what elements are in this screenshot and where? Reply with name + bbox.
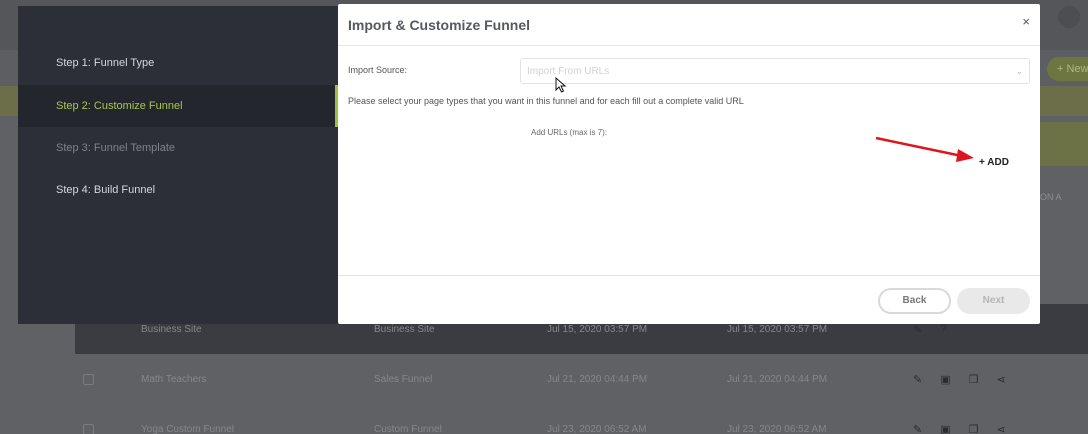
row-checkbox xyxy=(83,373,94,385)
close-icon[interactable]: × xyxy=(1022,14,1030,29)
help-icon: ? xyxy=(940,322,947,335)
background-user-icon xyxy=(1058,6,1080,28)
edit-icon: ✎ xyxy=(913,423,923,434)
add-url-button[interactable]: + ADD xyxy=(979,157,1009,168)
edit-icon: ✎ xyxy=(913,373,923,386)
funnel-name: Yoga Custom Funnel xyxy=(141,423,235,434)
table-row: Math Teachers Sales Funnel Jul 21, 2020 … xyxy=(75,354,1088,404)
modal-header: Import & Customize Funnel × xyxy=(338,4,1040,46)
row-actions: ✎ ▣ ❐ ⋖ xyxy=(913,373,1006,386)
funnel-created: Jul 21, 2020 04:44 PM xyxy=(547,373,648,385)
funnel-type: Sales Funnel xyxy=(374,373,433,385)
next-button: Next xyxy=(957,288,1030,314)
share-icon: ⋖ xyxy=(996,423,1006,434)
row-actions: ✎ ? xyxy=(913,323,946,336)
background-column-headers: ON A xyxy=(1040,192,1062,202)
funnel-name: Business Site xyxy=(141,323,202,335)
row-actions: ✎ ▣ ❐ ⋖ xyxy=(913,423,1006,434)
row-checkbox xyxy=(83,423,94,434)
funnel-updated: Jul 21, 2020 04:44 PM xyxy=(727,373,828,385)
modal-title: Import & Customize Funnel xyxy=(348,17,530,33)
funnel-type: Custom Funnel xyxy=(374,423,442,434)
save-icon: ▣ xyxy=(940,423,951,434)
step-customize-funnel[interactable]: Step 2: Customize Funnel xyxy=(18,85,338,127)
mouse-cursor-icon xyxy=(555,77,567,93)
wizard-steps-sidebar: Step 1: Funnel Type Step 2: Customize Fu… xyxy=(18,6,338,324)
background-new-button: + New xyxy=(1047,57,1088,81)
save-icon: ▣ xyxy=(940,373,951,386)
background-panel xyxy=(1040,122,1088,166)
back-button[interactable]: Back xyxy=(878,288,951,314)
edit-icon: ✎ xyxy=(913,323,923,336)
add-urls-label: Add URLs (max is 7): xyxy=(531,128,608,137)
annotation-arrow-icon xyxy=(875,136,974,162)
step-funnel-type[interactable]: Step 1: Funnel Type xyxy=(18,42,338,84)
chevron-down-icon: ⌄ xyxy=(1015,66,1023,76)
step-build-funnel[interactable]: Step 4: Build Funnel xyxy=(18,169,338,211)
funnel-type: Business Site xyxy=(374,323,435,335)
step-funnel-template: Step 3: Funnel Template xyxy=(56,142,176,154)
copy-icon: ❐ xyxy=(968,423,979,434)
funnel-created: Jul 23, 2020 06:52 AM xyxy=(547,423,647,434)
modal-footer: Back Next xyxy=(338,275,1040,324)
funnel-name: Math Teachers xyxy=(141,373,207,385)
funnel-created: Jul 15, 2020 03:57 PM xyxy=(547,323,648,335)
funnel-updated: Jul 15, 2020 03:57 PM xyxy=(727,323,828,335)
import-source-label: Import Source: xyxy=(348,65,408,75)
funnel-updated: Jul 23, 2020 06:52 AM xyxy=(727,423,827,434)
table-row: Yoga Custom Funnel Custom Funnel Jul 23,… xyxy=(75,404,1088,434)
import-source-value: Import From URLs xyxy=(527,66,610,77)
instruction-text: Please select your page types that you w… xyxy=(348,96,744,106)
import-source-select[interactable]: Import From URLs ⌄ xyxy=(520,58,1030,84)
copy-icon: ❐ xyxy=(968,373,979,386)
share-icon: ⋖ xyxy=(996,373,1006,386)
